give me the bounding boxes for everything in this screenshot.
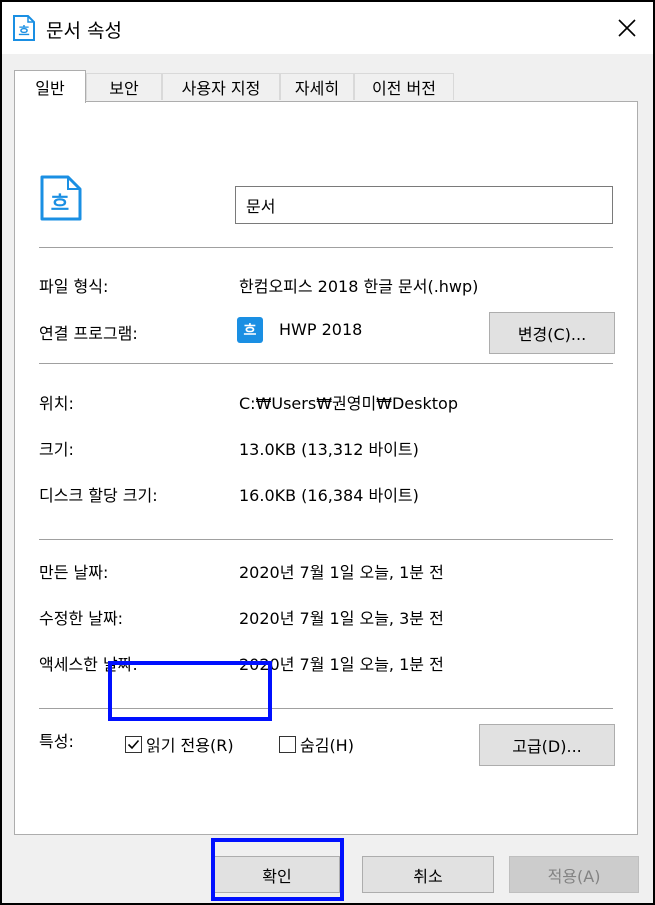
hwp-app-icon: 흐 xyxy=(237,317,263,343)
modified-value: 2020년 7월 1일 오늘, 3분 전 xyxy=(239,609,444,628)
separator xyxy=(39,363,613,364)
readonly-highlight-box xyxy=(108,661,272,721)
tab-previous-versions[interactable]: 이전 버전 xyxy=(354,73,454,100)
cancel-button[interactable]: 취소 xyxy=(362,856,494,893)
general-panel: 흐 문서 파일 형식: 한컴오피스 2018 한글 문서(.hwp) 연결 프로… xyxy=(14,101,638,835)
location-value: C:₩Users₩권영미₩Desktop xyxy=(239,394,458,413)
tab-details[interactable]: 자세히 xyxy=(280,73,354,100)
file-name-input[interactable]: 문서 xyxy=(235,186,613,224)
close-icon xyxy=(618,19,636,37)
disk-size-label: 디스크 할당 크기: xyxy=(39,486,158,505)
ok-highlight-box xyxy=(211,838,344,901)
readonly-label: 읽기 전용(R) xyxy=(146,736,234,755)
file-type-value: 한컴오피스 2018 한글 문서(.hwp) xyxy=(239,277,479,296)
hwp-file-icon: 흐 xyxy=(39,175,83,221)
size-value: 13.0KB (13,312 바이트) xyxy=(239,440,419,459)
advanced-button[interactable]: 고급(D)... xyxy=(479,724,615,766)
disk-size-value: 16.0KB (16,384 바이트) xyxy=(239,486,419,505)
created-label: 만든 날짜: xyxy=(39,563,109,582)
apply-button[interactable]: 적용(A) xyxy=(509,856,639,893)
readonly-checkbox[interactable]: 읽기 전용(R) xyxy=(125,732,234,756)
hidden-label: 숨김(H) xyxy=(300,736,354,755)
tab-general[interactable]: 일반 xyxy=(14,70,86,103)
attributes-label: 특성: xyxy=(39,732,74,751)
size-label: 크기: xyxy=(39,440,74,459)
hidden-checkbox[interactable]: 숨김(H) xyxy=(279,732,354,756)
tab-security[interactable]: 보안 xyxy=(86,73,162,100)
location-label: 위치: xyxy=(39,394,74,413)
tab-custom[interactable]: 사용자 지정 xyxy=(162,73,280,100)
created-value: 2020년 7월 1일 오늘, 1분 전 xyxy=(239,563,444,582)
svg-text:흐: 흐 xyxy=(51,191,69,215)
opens-with-value: HWP 2018 xyxy=(279,320,363,339)
checkbox-checked-icon xyxy=(125,735,142,753)
title-bar: 흐 문서 속성 xyxy=(2,2,653,54)
dialog-body: 일반 보안 사용자 지정 자세히 이전 버전 흐 문서 파일 형식: 한컴오피스… xyxy=(2,54,653,903)
checkbox-unchecked-icon xyxy=(279,735,296,753)
svg-text:흐: 흐 xyxy=(18,24,29,38)
separator xyxy=(39,539,613,540)
opens-with-label: 연결 프로그램: xyxy=(39,324,138,343)
separator xyxy=(39,247,613,248)
file-type-label: 파일 형식: xyxy=(39,277,109,296)
close-button[interactable] xyxy=(605,8,649,48)
properties-window: 흐 문서 속성 일반 보안 사용자 지정 자세히 이전 버전 흐 문서 파일 형… xyxy=(0,0,655,905)
hwp-document-icon: 흐 xyxy=(12,15,36,41)
change-button[interactable]: 변경(C)... xyxy=(489,312,615,354)
modified-label: 수정한 날짜: xyxy=(39,609,124,628)
window-title: 문서 속성 xyxy=(46,20,122,42)
